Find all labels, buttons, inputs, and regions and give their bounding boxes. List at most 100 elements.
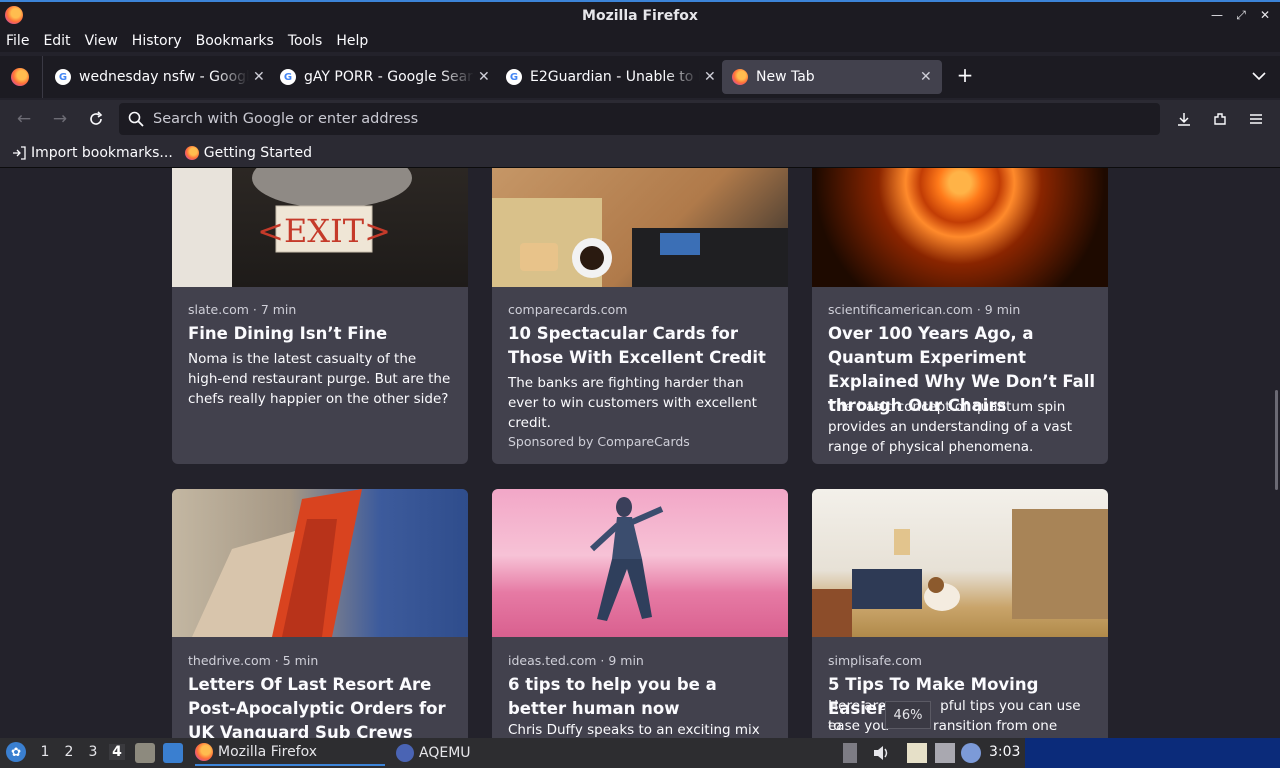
story-card[interactable]: ideas.ted.com · 9 min 6 tips to help you… xyxy=(492,489,788,738)
close-tab-icon[interactable]: ✕ xyxy=(253,69,265,85)
task-label: Mozilla Firefox xyxy=(218,744,318,760)
story-excerpt-part: Here are xyxy=(828,698,887,714)
task-label: AQEMU xyxy=(419,745,471,761)
story-title: Letters Of Last Resort Are Post-Apocalyp… xyxy=(188,675,446,738)
story-title: 10 Spectacular Cards for Those With Exce… xyxy=(508,324,766,367)
firefox-icon xyxy=(732,69,748,85)
story-source: thedrive.com · 5 min xyxy=(188,653,319,668)
menu-history[interactable]: History xyxy=(132,33,182,49)
scrollbar-thumb[interactable] xyxy=(1275,390,1278,490)
tab-label: wednesday nsfw - Google Search xyxy=(79,69,249,85)
bookmark-import[interactable]: Import bookmarks... xyxy=(12,145,173,161)
story-source: simplisafe.com xyxy=(828,653,922,668)
extensions-icon[interactable] xyxy=(1209,108,1231,130)
menu-edit[interactable]: Edit xyxy=(43,33,70,49)
svg-text:<EXIT>: <EXIT> xyxy=(257,212,391,250)
story-excerpt: The banks are fighting harder than ever … xyxy=(508,375,757,431)
clipboard-icon[interactable] xyxy=(907,743,927,763)
menu-bookmarks[interactable]: Bookmarks xyxy=(196,33,274,49)
task-aqemu[interactable]: AQEMU xyxy=(396,740,546,766)
window-controls: — ⤢ ✕ xyxy=(1210,8,1272,23)
workspace-3[interactable]: 3 xyxy=(85,744,101,760)
story-card-sponsored[interactable]: comparecards.com 10 Spectacular Cards fo… xyxy=(492,168,788,464)
story-source: comparecards.com xyxy=(508,302,628,317)
tab-search-2[interactable]: G gAY PORR - Google Search ✕ xyxy=(270,60,500,94)
story-excerpt: Noma is the latest casualty of the high-… xyxy=(188,351,451,407)
close-window-button[interactable]: ✕ xyxy=(1258,8,1272,22)
window-title: Mozilla Firefox xyxy=(582,8,698,24)
google-icon: G xyxy=(55,69,71,85)
google-icon: G xyxy=(506,69,522,85)
search-icon xyxy=(128,111,144,127)
story-card[interactable]: thedrive.com · 5 min Letters Of Last Res… xyxy=(172,489,468,738)
network-icon[interactable] xyxy=(935,743,955,763)
story-image-orange-spiral xyxy=(812,168,1108,287)
navigation-toolbar: ← → xyxy=(0,100,1280,138)
firefox-icon xyxy=(5,6,23,24)
story-card[interactable]: scientificamerican.com · 9 min Over 100 … xyxy=(812,168,1108,464)
file-manager-icon[interactable] xyxy=(135,743,155,763)
menu-help[interactable]: Help xyxy=(336,33,368,49)
aqemu-icon xyxy=(396,744,414,762)
story-title: Fine Dining Isn’t Fine xyxy=(188,324,388,343)
story-excerpt-part: ease you xyxy=(828,718,890,734)
workspace-4[interactable]: 4 xyxy=(109,744,125,760)
tab-label: E2Guardian - Unable to load xyxy=(530,69,700,85)
list-all-tabs-chevron-icon[interactable] xyxy=(1251,68,1267,84)
close-tab-icon[interactable]: ✕ xyxy=(920,69,932,85)
url-input[interactable] xyxy=(153,111,1053,127)
sponsored-label: Sponsored by CompareCards xyxy=(508,434,690,449)
story-excerpt: The basic concept of quantum spin provid… xyxy=(828,399,1073,455)
story-image-exit-sign: <EXIT> xyxy=(172,168,468,287)
tab-label: gAY PORR - Google Search xyxy=(304,69,474,85)
reload-icon[interactable] xyxy=(85,108,107,130)
new-tab-button[interactable]: + xyxy=(955,65,975,86)
firefox-view-icon[interactable] xyxy=(11,68,29,86)
close-tab-icon[interactable]: ✕ xyxy=(478,69,490,85)
menu-bar: File Edit View History Bookmarks Tools H… xyxy=(0,30,1280,52)
story-image-living-room-dog xyxy=(812,489,1108,637)
tab-new-tab[interactable]: New Tab ✕ xyxy=(722,60,942,94)
downloads-icon[interactable] xyxy=(1173,108,1195,130)
taskbar-blue-panel xyxy=(1025,738,1280,768)
firefox-icon xyxy=(195,743,213,761)
back-arrow-icon[interactable]: ← xyxy=(13,108,35,130)
story-image-dancer xyxy=(492,489,788,637)
story-image-trigger-grip xyxy=(172,489,468,637)
story-card[interactable]: simplisafe.com 5 Tips To Make Moving Eas… xyxy=(812,489,1108,738)
notification-icon[interactable] xyxy=(961,743,981,763)
bookmark-label: Import bookmarks... xyxy=(31,144,173,161)
new-tab-content: <EXIT> slate.com · 7 min Fine Dining Isn… xyxy=(0,168,1280,738)
story-excerpt: ease youransition from one home to xyxy=(828,716,1094,738)
bookmarks-toolbar: Import bookmarks... Getting Started xyxy=(0,138,1280,168)
forward-arrow-icon[interactable]: → xyxy=(49,108,71,130)
menu-file[interactable]: File xyxy=(6,33,29,49)
story-source: scientificamerican.com · 9 min xyxy=(828,302,1021,317)
minimize-button[interactable]: — xyxy=(1210,8,1224,22)
google-icon: G xyxy=(280,69,296,85)
firefox-icon xyxy=(184,145,199,160)
tab-separator xyxy=(42,56,43,98)
bookmark-getting-started[interactable]: Getting Started xyxy=(184,145,312,161)
window-titlebar: Mozilla Firefox — ⤢ ✕ xyxy=(0,0,1280,30)
menu-tools[interactable]: Tools xyxy=(288,33,323,49)
tab-label: New Tab xyxy=(756,69,815,85)
clock[interactable]: 3:03 xyxy=(989,744,1020,760)
story-image-credit-cards xyxy=(492,168,788,287)
tab-e2guardian[interactable]: G E2Guardian - Unable to load ✕ xyxy=(496,60,726,94)
volume-icon[interactable] xyxy=(871,743,891,763)
battery-icon[interactable] xyxy=(843,743,857,763)
app-menu-hamburger-icon[interactable] xyxy=(1245,108,1267,130)
story-card[interactable]: <EXIT> slate.com · 7 min Fine Dining Isn… xyxy=(172,168,468,464)
taskbar: ✿ 1 2 3 4 Mozilla Firefox AQEMU 3:03 xyxy=(0,738,1280,768)
start-menu-icon[interactable]: ✿ xyxy=(6,742,26,762)
close-tab-icon[interactable]: ✕ xyxy=(704,69,716,85)
workspace-1[interactable]: 1 xyxy=(37,744,53,760)
workspace-2[interactable]: 2 xyxy=(61,744,77,760)
show-desktop-icon[interactable] xyxy=(163,743,183,763)
menu-view[interactable]: View xyxy=(85,33,118,49)
maximize-button[interactable]: ⤢ xyxy=(1234,8,1248,22)
task-mozilla-firefox[interactable]: Mozilla Firefox xyxy=(195,740,385,766)
address-bar[interactable] xyxy=(119,103,1160,135)
tab-wednesday-search[interactable]: G wednesday nsfw - Google Search ✕ xyxy=(45,60,275,94)
